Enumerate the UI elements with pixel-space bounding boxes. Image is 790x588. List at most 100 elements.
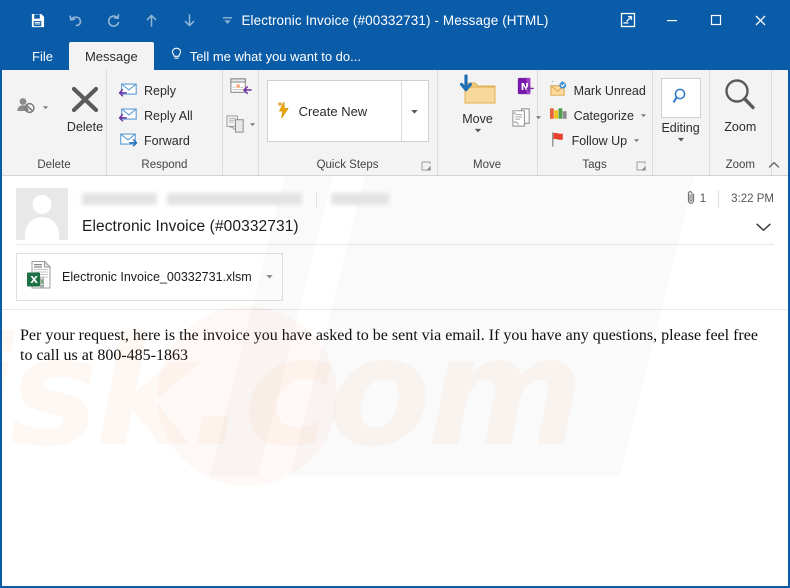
follow-up-button[interactable]: Follow Up: [546, 128, 650, 153]
ribbon-group-label-zoom: Zoom: [725, 159, 755, 171]
undo-icon[interactable]: [56, 6, 94, 34]
ribbon: Delete Delete Reply Reply All Forward Re…: [2, 70, 788, 176]
reply-label: Reply: [144, 83, 176, 98]
message-header: Electronic Invoice (#00332731) 1 3:22 PM: [2, 176, 788, 240]
quick-steps-more[interactable]: [400, 81, 428, 141]
quick-steps-dialog-launcher[interactable]: [421, 161, 432, 172]
tell-me-label: Tell me what you want to do...: [189, 48, 361, 64]
excel-macro-file-icon: X: [26, 259, 53, 295]
attachment-filename: Electronic Invoice_00332731.xlsm: [62, 270, 252, 284]
reply-envelope-icon: [118, 81, 138, 101]
ribbon-group-label-quick-steps: Quick Steps: [259, 155, 437, 175]
attachment-strip: X Electronic Invoice_00332731.xlsm: [2, 245, 788, 309]
recipient-redacted: [331, 193, 389, 205]
ribbon-group-editing: Editing: [653, 70, 710, 175]
onenote-icon[interactable]: N: [514, 76, 537, 103]
maximize-icon[interactable]: [694, 5, 738, 35]
quick-steps-gallery[interactable]: Create New: [266, 80, 429, 142]
ribbon-group-move: Move N Move: [438, 70, 541, 175]
message-header-right: Electronic Invoice (#00332731): [68, 188, 774, 238]
ignore-button[interactable]: [10, 92, 49, 123]
tags-dialog-launcher[interactable]: [636, 161, 647, 172]
message-meta: 1 3:22 PM: [686, 190, 774, 208]
forward-button[interactable]: Forward: [115, 128, 214, 153]
more-respond-icon[interactable]: [225, 114, 256, 135]
attachment-count-label: 1: [699, 193, 707, 205]
delete-label: Delete: [66, 119, 104, 134]
reply-button[interactable]: Reply: [115, 78, 214, 103]
lightbulb-icon: [170, 47, 183, 65]
collapse-ribbon-chevron-up-icon[interactable]: [767, 158, 781, 172]
categorize-label: Categorize: [573, 108, 635, 123]
reading-pane: risk.com Electronic Invoice (#00332731): [2, 176, 788, 586]
ribbon-group-label-delete: Delete: [37, 159, 71, 171]
mark-unread-button[interactable]: Mark Unread: [546, 76, 650, 103]
ribbon-tab-strip: File Message Tell me what you want to do…: [2, 38, 788, 70]
attachment-chevron-down-icon[interactable]: [265, 268, 274, 286]
save-icon[interactable]: [18, 6, 56, 34]
expand-header-chevron-down-icon[interactable]: [755, 220, 772, 238]
message-subject: Electronic Invoice (#00332731): [82, 218, 299, 235]
close-icon[interactable]: [738, 5, 782, 35]
mark-unread-envelope-icon: [549, 76, 568, 101]
lightning-bolt-icon: [276, 101, 292, 122]
ribbon-group-tags: Mark Unread Categorize Follow Up Tags: [538, 70, 653, 175]
window-controls: [606, 2, 782, 38]
ribbon-trailing-space: [768, 70, 788, 175]
title-bar: Electronic Invoice (#00332731) - Message…: [2, 2, 788, 38]
flag-icon: [549, 131, 566, 151]
message-time: 3:22 PM: [731, 193, 774, 205]
attachment-count: 1: [686, 190, 706, 208]
ribbon-group-label-move: Move: [473, 159, 502, 171]
redo-icon[interactable]: [94, 6, 132, 34]
editing-label: Editing: [661, 121, 700, 135]
svg-text:X: X: [30, 275, 38, 286]
quick-access-toolbar: [18, 6, 246, 34]
chevron-down-icon[interactable]: [474, 127, 482, 134]
create-new-quick-step[interactable]: Create New: [268, 81, 401, 141]
move-folder-icon: [457, 74, 499, 111]
attachment-item[interactable]: X Electronic Invoice_00332731.xlsm: [16, 253, 283, 301]
categorize-button[interactable]: Categorize: [546, 103, 650, 128]
reply-all-button[interactable]: Reply All: [115, 103, 214, 128]
forward-label: Forward: [144, 133, 190, 148]
next-item-icon[interactable]: [170, 6, 208, 34]
chevron-down-icon: [249, 123, 255, 127]
sender-name-redacted: [82, 193, 157, 205]
calendar-reply-icon[interactable]: [228, 76, 253, 105]
ribbon-group-label-tags: Tags: [538, 155, 652, 175]
sender-email-redacted: [167, 193, 302, 205]
avatar-body: [25, 217, 59, 240]
ribbon-group-respond-extra: [223, 70, 259, 175]
minimize-icon[interactable]: [650, 5, 694, 35]
editing-button[interactable]: [660, 78, 701, 118]
outlook-message-window: Electronic Invoice (#00332731) - Message…: [0, 0, 790, 588]
customize-qat-icon[interactable]: [208, 6, 246, 34]
tell-me-search[interactable]: Tell me what you want to do...: [160, 42, 371, 70]
move-label: Move: [462, 112, 493, 126]
zoom-label: Zoom: [724, 120, 757, 134]
previous-item-icon[interactable]: [132, 6, 170, 34]
ignore-person-block-icon: [14, 92, 40, 123]
mark-unread-label: Mark Unread: [573, 83, 646, 98]
ribbon-group-respond: Reply Reply All Forward Respond: [107, 70, 223, 175]
chevron-down-icon: [640, 114, 647, 118]
meta-separator: [718, 190, 720, 208]
reply-all-envelope-icon: [118, 106, 138, 126]
tab-message[interactable]: Message: [68, 42, 154, 70]
zoom-magnifier-icon[interactable]: [721, 76, 759, 119]
message-body: Per your request, here is the invoice yo…: [20, 327, 758, 364]
ribbon-display-options-icon[interactable]: [606, 5, 650, 35]
create-new-label: Create New: [298, 103, 368, 119]
paperclip-icon: [686, 190, 697, 208]
chevron-down-icon[interactable]: [677, 136, 685, 143]
tab-file[interactable]: File: [16, 42, 69, 70]
avatar: [16, 188, 68, 240]
header-separator: [316, 190, 317, 208]
sender-redacted: [82, 190, 774, 208]
reply-all-label: Reply All: [144, 108, 193, 123]
editing-magnifier-icon: [671, 86, 691, 111]
move-button[interactable]: Move: [446, 74, 510, 134]
ribbon-group-quick-steps: Create New Quick Steps: [259, 70, 438, 175]
forward-envelope-icon: [118, 131, 138, 151]
